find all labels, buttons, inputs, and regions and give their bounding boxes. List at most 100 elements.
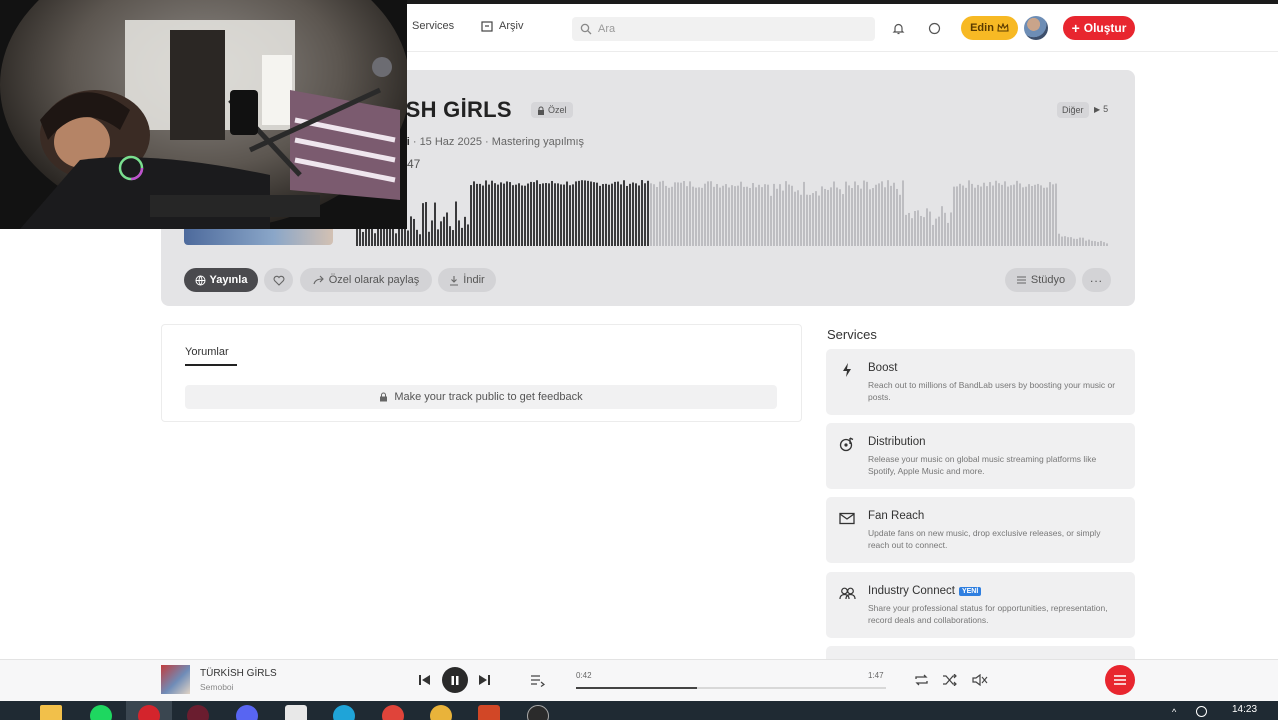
app-icon-maroon[interactable]	[187, 705, 209, 720]
service-card-partial[interactable]	[826, 646, 1135, 659]
open-queue-button[interactable]	[1105, 665, 1135, 695]
messages-icon[interactable]	[926, 20, 942, 36]
waveform-bar	[449, 226, 451, 246]
obs-icon[interactable]	[527, 705, 549, 720]
waveform-bar	[929, 211, 931, 246]
waveform-bar	[434, 202, 436, 246]
next-track-icon[interactable]	[475, 671, 493, 689]
waveform-bar	[833, 181, 835, 246]
waveform-bar	[737, 185, 739, 246]
player-cover-art[interactable]	[161, 665, 190, 694]
waveform-bar	[506, 181, 508, 246]
webcam-feed-image	[0, 0, 407, 229]
player-track-artist[interactable]: Semoboi	[200, 682, 234, 692]
tray-chevron-icon[interactable]: ^	[1172, 707, 1176, 717]
bandlab-app-icon[interactable]	[138, 705, 160, 720]
discord-icon[interactable]	[236, 705, 258, 720]
waveform-bar	[710, 181, 712, 246]
waveform-bar	[653, 184, 655, 246]
queue-list-icon[interactable]	[528, 671, 546, 689]
waveform-bar	[839, 189, 841, 246]
nav-archive-link[interactable]: Arşiv	[481, 20, 523, 32]
edge-icon[interactable]	[333, 705, 355, 720]
service-description: Reach out to millions of BandLab users b…	[868, 380, 1116, 402]
service-card-industry-connect[interactable]: Industry Connect YENİ Share your profess…	[826, 572, 1135, 638]
waveform-bar	[530, 181, 532, 246]
chrome-icon[interactable]	[382, 705, 404, 720]
service-title: Distribution	[868, 436, 926, 448]
previous-track-icon[interactable]	[415, 671, 433, 689]
waveform-bar	[626, 185, 628, 246]
waveform-bar	[650, 183, 652, 246]
capcut-icon[interactable]	[285, 705, 307, 720]
taskbar-clock[interactable]: 14:23	[1232, 704, 1257, 715]
service-description: Release your music on global music strea…	[868, 454, 1097, 476]
waveform-bar	[1061, 236, 1063, 246]
waveform-bar	[764, 184, 766, 246]
waveform-bar	[998, 183, 1000, 246]
waveform-bar	[992, 185, 994, 246]
share-private-button[interactable]: Özel olarak paylaş	[300, 268, 432, 292]
waveform-bar	[548, 183, 550, 246]
waveform-bar	[1106, 243, 1108, 246]
waveform-bar	[458, 220, 460, 246]
volume-icon[interactable]	[971, 671, 989, 689]
waveform-bar	[1052, 184, 1054, 246]
studio-button[interactable]: Stüdyo	[1005, 268, 1076, 292]
waveform-bar	[848, 185, 850, 246]
waveform-bar	[890, 185, 892, 246]
waveform-bar	[518, 183, 520, 246]
seek-bar[interactable]	[576, 687, 886, 689]
chrome-profile-icon[interactable]	[430, 705, 452, 720]
like-button[interactable]	[264, 268, 293, 292]
service-card-boost[interactable]: Boost Reach out to millions of BandLab u…	[826, 349, 1135, 415]
waveform-bar	[599, 185, 601, 246]
waveform-bar	[491, 180, 493, 246]
user-avatar[interactable]	[1024, 16, 1048, 40]
seek-bar-fill	[576, 687, 697, 689]
more-dots-icon: ...	[1089, 270, 1103, 285]
waveform-bar	[818, 195, 820, 246]
download-button[interactable]: İndir	[438, 268, 496, 292]
repeat-icon[interactable]	[912, 671, 930, 689]
waveform-bar	[869, 189, 871, 246]
search-input[interactable]: Ara	[572, 17, 875, 41]
waveform-bar	[1049, 182, 1051, 246]
waveform-bar	[671, 186, 673, 246]
waveform-bar	[1034, 184, 1036, 246]
waveform-bar	[863, 180, 865, 246]
waveform-bar	[533, 182, 535, 246]
waveform-bar	[641, 180, 643, 246]
waveform-bar	[1103, 242, 1105, 246]
waveform-bar	[680, 182, 682, 246]
waveform-bar	[674, 182, 676, 246]
mail-icon	[838, 509, 856, 527]
globe-icon	[195, 275, 206, 285]
waveform-bar	[1058, 233, 1060, 246]
shuffle-icon[interactable]	[941, 671, 959, 689]
spotify-icon[interactable]	[90, 705, 112, 720]
file-explorer-icon[interactable]	[40, 705, 62, 720]
waveform-bar	[551, 180, 553, 246]
waveform-bar	[875, 184, 877, 246]
waveform-bar	[719, 187, 721, 246]
player-track-title[interactable]: TÜRKİSH GİRLS	[200, 668, 277, 679]
service-card-distribution[interactable]: Distribution Release your music on globa…	[826, 423, 1135, 489]
waveform-bar	[482, 185, 484, 246]
more-options-button[interactable]: ...	[1082, 268, 1111, 292]
create-button[interactable]: + Oluştur	[1063, 16, 1135, 40]
nav-services-link[interactable]: Services	[412, 20, 454, 32]
notifications-bell-icon[interactable]	[890, 20, 906, 36]
powerpoint-icon[interactable]	[478, 705, 500, 720]
tray-status-icon[interactable]	[1196, 706, 1207, 717]
waveform-bar	[1001, 184, 1003, 246]
waveform-bar	[1076, 238, 1078, 246]
upgrade-button[interactable]: Edin	[961, 16, 1018, 40]
pause-button[interactable]	[442, 667, 468, 693]
service-card-fan-reach[interactable]: Fan Reach Update fans on new music, drop…	[826, 497, 1135, 563]
tab-comments[interactable]: Yorumlar	[185, 346, 237, 366]
elapsed-time: 0:42	[576, 671, 592, 680]
waveform[interactable]	[356, 176, 1108, 246]
waveform-bar	[1100, 240, 1102, 246]
publish-button[interactable]: Yayınla	[184, 268, 258, 292]
